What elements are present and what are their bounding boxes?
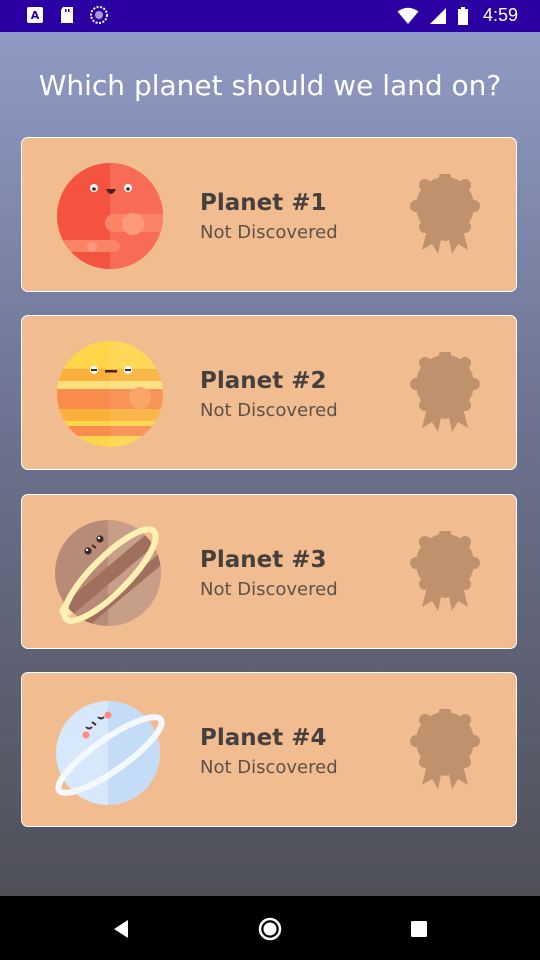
recents-icon[interactable] (406, 916, 432, 942)
brown-ringed-planet-icon (55, 520, 161, 626)
planet-status: Not Discovered (200, 222, 338, 243)
status-bar-right: 4:59 (397, 5, 518, 26)
navigation-bar (0, 896, 540, 960)
page-title: Which planet should we land on? (38, 69, 502, 102)
planet-card-1[interactable]: Planet #1 Not Discovered (21, 137, 517, 292)
svg-text:A: A (31, 9, 40, 22)
badge-icon (410, 709, 480, 789)
signal-icon (429, 7, 446, 24)
planet-card-4[interactable]: Planet #4 Not Discovered (21, 672, 517, 827)
back-icon[interactable] (108, 916, 134, 942)
striped-yellow-planet-icon (57, 341, 163, 447)
planet-name: Planet #1 (200, 190, 327, 216)
planet-card-3[interactable]: Planet #3 Not Discovered (21, 494, 517, 649)
red-planet-icon (57, 163, 163, 269)
planet-status: Not Discovered (200, 400, 338, 421)
planet-name: Planet #3 (200, 547, 327, 573)
planet-card-2[interactable]: Planet #2 Not Discovered (21, 315, 517, 470)
blue-ringed-planet-icon (55, 701, 165, 805)
battery-icon (457, 6, 468, 25)
sd-card-icon (61, 7, 73, 23)
planet-status: Not Discovered (200, 579, 338, 600)
planet-name: Planet #4 (200, 725, 327, 751)
status-bar: A 4:59 (0, 0, 540, 32)
planet-status: Not Discovered (200, 757, 338, 778)
badge-icon (410, 352, 480, 432)
status-bar-left: A (26, 6, 108, 24)
badge-icon (410, 174, 480, 254)
planet-name: Planet #2 (200, 368, 327, 394)
planet-select-screen: Which planet should we land on? Planet #… (0, 32, 540, 896)
keyboard-a-icon: A (27, 7, 43, 23)
wifi-icon (397, 7, 419, 24)
badge-icon (410, 531, 480, 611)
home-icon[interactable] (257, 916, 283, 942)
sync-circle-icon (90, 6, 108, 24)
clock: 4:59 (482, 5, 518, 25)
